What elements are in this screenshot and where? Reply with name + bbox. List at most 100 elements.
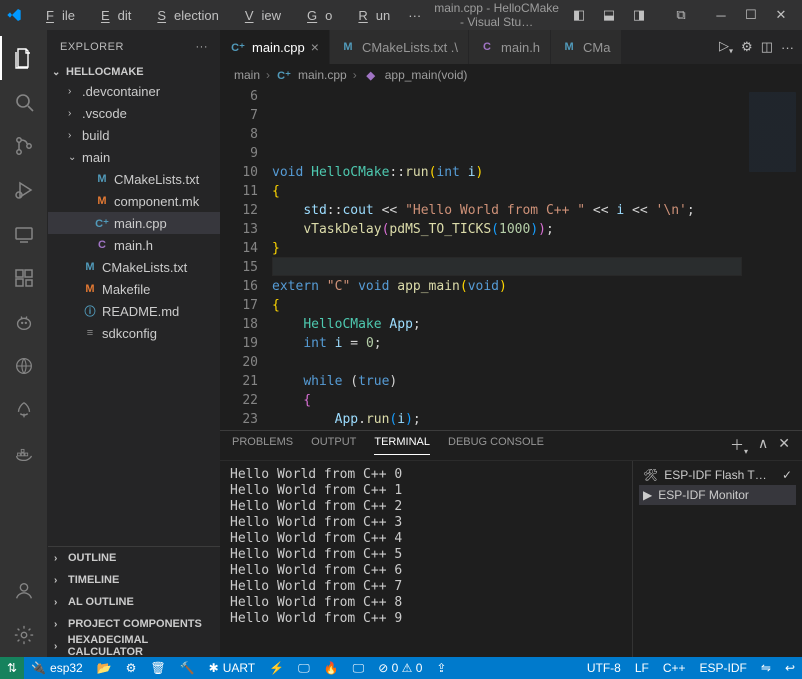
tree-item-build[interactable]: ›build [48, 124, 220, 146]
menu-go[interactable]: Go [291, 4, 340, 27]
status-item[interactable]: UTF-8 [580, 657, 628, 679]
breadcrumb-item[interactable]: app_main(void) [385, 68, 468, 82]
status-item[interactable]: ↩ [778, 657, 802, 679]
status-item[interactable]: 🔌esp32 [24, 657, 90, 679]
tree-label: main.cpp [114, 216, 167, 231]
panel-tab-debug-console[interactable]: DEBUG CONSOLE [448, 436, 544, 455]
close-window-button[interactable]: ✕ [766, 3, 796, 27]
tab-cmakelists-txt-[interactable]: MCMakeLists.txt .\ [330, 30, 469, 64]
docker-activity-icon[interactable] [0, 432, 48, 476]
section-outline[interactable]: ›OUTLINE [48, 547, 220, 569]
terminal-output[interactable]: Hello World from C++ 0 Hello World from … [220, 461, 632, 657]
status-item[interactable]: ✱UART [202, 657, 263, 679]
menu-view[interactable]: View [229, 4, 289, 27]
tree-item-main-h[interactable]: Cmain.h [48, 234, 220, 256]
terminal-entry[interactable]: ▶ESP-IDF Monitor [639, 485, 796, 505]
status-item[interactable]: 🖵 [291, 657, 317, 679]
workspace-header[interactable]: ⌄ HELLOCMAKE [48, 64, 220, 80]
status-item[interactable]: ⊘ 0 ⚠ 0 [371, 657, 429, 679]
platformio-activity-icon[interactable] [0, 300, 48, 344]
tree-item-readme-md[interactable]: ⓘREADME.md [48, 300, 220, 322]
status-item[interactable]: 🔨 [173, 657, 202, 679]
breadcrumb-item[interactable]: main [234, 68, 260, 82]
espressif-activity-icon[interactable] [0, 388, 48, 432]
more-icon[interactable]: ··· [781, 40, 794, 55]
file-icon: ⓘ [82, 303, 98, 319]
breadcrumb-item[interactable]: main.cpp [298, 68, 347, 82]
code-area[interactable]: void HelloCMake::run(int i) { std::cout … [272, 86, 742, 430]
settings-activity-icon[interactable] [0, 613, 48, 657]
sidebar-more-icon[interactable]: ··· [196, 41, 209, 53]
panel-close-icon[interactable]: ✕ [778, 435, 790, 456]
section-timeline[interactable]: ›TIMELINE [48, 569, 220, 591]
bottom-panel: PROBLEMS OUTPUT TERMINAL DEBUG CONSOLE ＋▾ ∧… [220, 430, 802, 657]
chevron-right-icon: › [54, 641, 64, 652]
tree-item-main-cpp[interactable]: C⁺main.cpp [48, 212, 220, 234]
minimap[interactable] [742, 86, 802, 430]
maximize-button[interactable]: ☐ [736, 3, 766, 27]
status-item[interactable]: 🖵 [346, 657, 372, 679]
remote-activity-icon[interactable] [0, 212, 48, 256]
status-item[interactable]: 📂 [90, 657, 119, 679]
layout-left-icon[interactable]: ◧ [564, 3, 594, 27]
extensions-activity-icon[interactable] [0, 256, 48, 300]
breadcrumb[interactable]: main › C⁺ main.cpp › ◆ app_main(void) [220, 64, 802, 86]
status-item[interactable]: ⇋ [754, 657, 778, 679]
tree-item-makefile[interactable]: MMakefile [48, 278, 220, 300]
tree-item-cmakelists-txt[interactable]: MCMakeLists.txt [48, 168, 220, 190]
section-hexadecimal-calculator[interactable]: ›HEXADECIMAL CALCULATOR [48, 635, 220, 657]
tree-item-sdkconfig[interactable]: ≡sdkconfig [48, 322, 220, 344]
status-item[interactable]: 🗑 [143, 657, 172, 679]
tab-main-cpp[interactable]: C⁺main.cpp× [220, 30, 330, 64]
remote-status[interactable]: ⇅ [0, 657, 24, 679]
status-item[interactable]: C++ [656, 657, 693, 679]
menu-edit[interactable]: Edit [85, 4, 139, 27]
tab-actions: ▷▾ ⚙ ◫ ··· [711, 30, 802, 64]
menu-run[interactable]: Run [342, 4, 398, 27]
panel-tab-problems[interactable]: PROBLEMS [232, 436, 293, 455]
status-item[interactable]: ESP-IDF [693, 657, 754, 679]
tab-cma[interactable]: MCMa [551, 30, 621, 64]
status-item[interactable]: LF [628, 657, 656, 679]
editor-body[interactable]: 6789101112131415161718192021222324 void … [220, 86, 802, 430]
menu-file[interactable]: File [30, 4, 83, 27]
status-item[interactable]: ⚙ [119, 657, 144, 679]
run-debug-activity-icon[interactable] [0, 168, 48, 212]
layout-custom-icon[interactable]: ⧉ [666, 3, 696, 27]
status-icon: ⚙ [126, 661, 137, 675]
close-tab-icon[interactable]: × [311, 39, 319, 55]
search-activity-icon[interactable] [0, 80, 48, 124]
panel-tab-terminal[interactable]: TERMINAL [374, 436, 430, 455]
menu-selection[interactable]: Selection [141, 4, 226, 27]
tree-item--devcontainer[interactable]: ›.devcontainer [48, 80, 220, 102]
explorer-activity-icon[interactable] [0, 36, 48, 80]
cloud-activity-icon[interactable] [0, 344, 48, 388]
status-item[interactable]: ⚡ [262, 657, 291, 679]
tab-main-h[interactable]: Cmain.h [469, 30, 551, 64]
tree-label: main [82, 150, 110, 165]
new-terminal-icon[interactable]: ＋▾ [730, 435, 748, 456]
minimize-button[interactable]: ─ [706, 3, 736, 27]
panel-up-icon[interactable]: ∧ [758, 435, 768, 456]
terminal-entry[interactable]: 🛠ESP-IDF Flash T…✓ [639, 465, 796, 485]
run-icon[interactable]: ▷▾ [719, 38, 733, 56]
minimap-thumb[interactable] [749, 92, 796, 172]
menu-···[interactable]: ··· [400, 4, 429, 27]
status-item[interactable]: ⇪ [429, 657, 453, 679]
layout-right-icon[interactable]: ◨ [624, 3, 654, 27]
tree-item-main[interactable]: ⌄main [48, 146, 220, 168]
status-item[interactable]: 🔥 [317, 657, 346, 679]
tree-item-component-mk[interactable]: Mcomponent.mk [48, 190, 220, 212]
section-label: TIMELINE [68, 574, 119, 586]
layout-bottom-icon[interactable]: ⬓ [594, 3, 624, 27]
section-al-outline[interactable]: ›AL OUTLINE [48, 591, 220, 613]
gear-icon[interactable]: ⚙ [741, 39, 753, 55]
split-icon[interactable]: ◫ [761, 39, 773, 55]
account-activity-icon[interactable] [0, 569, 48, 613]
section-project-components[interactable]: ›PROJECT COMPONENTS [48, 613, 220, 635]
tree-item-cmakelists-txt[interactable]: MCMakeLists.txt [48, 256, 220, 278]
tree-item--vscode[interactable]: ›.vscode [48, 102, 220, 124]
section-label: PROJECT COMPONENTS [68, 618, 202, 630]
source-control-activity-icon[interactable] [0, 124, 48, 168]
panel-tab-output[interactable]: OUTPUT [311, 436, 356, 455]
